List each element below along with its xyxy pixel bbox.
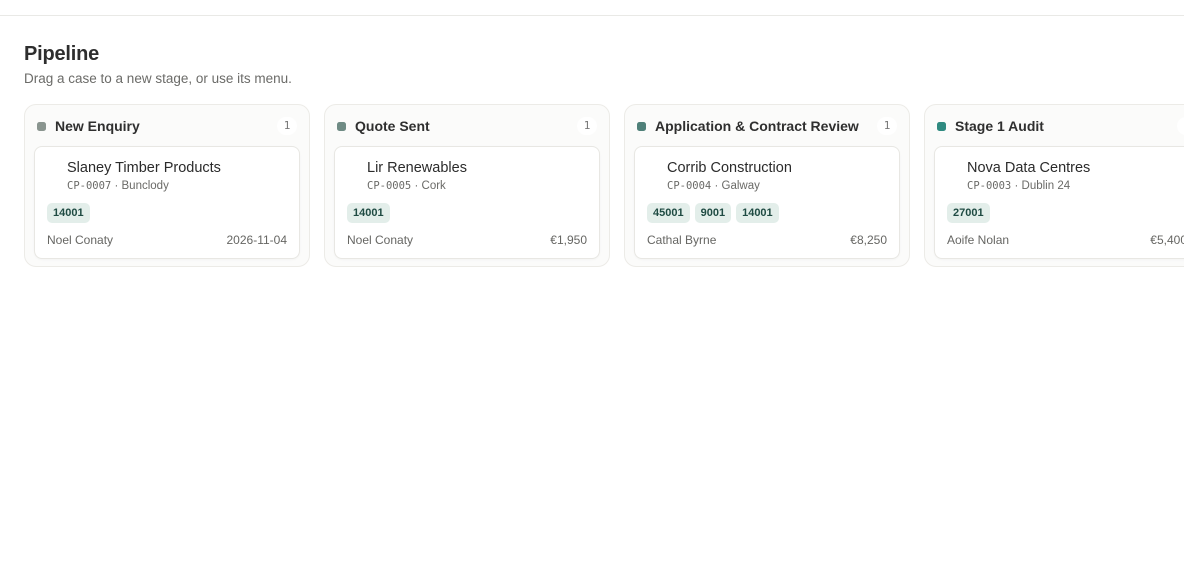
card-footer: Cathal Byrne €8,250 xyxy=(647,233,887,247)
stage-column-new-enquiry[interactable]: New Enquiry 1 Slaney Timber Products CP-… xyxy=(24,104,310,267)
meta-separator: · xyxy=(414,180,419,192)
case-location: Galway xyxy=(721,180,760,192)
page-subtitle: Drag a case to a new stage, or use its m… xyxy=(24,71,292,86)
case-meta: CP-0005 · Cork xyxy=(367,180,446,192)
case-title: Nova Data Centres xyxy=(967,160,1091,176)
column-count-badge: 1 xyxy=(877,117,897,135)
stage-dot-icon xyxy=(37,121,46,131)
case-value: €1,950 xyxy=(550,233,587,247)
column-title: Stage 1 Audit xyxy=(955,118,1044,134)
case-card[interactable]: Slaney Timber Products CP-0007 · Bunclod… xyxy=(34,146,300,259)
case-id: CP-0003 xyxy=(967,180,1012,192)
case-owner: Noel Conaty xyxy=(347,233,414,247)
case-owner: Aoife Nolan xyxy=(947,233,1010,247)
case-meta: CP-0004 · Galway xyxy=(667,180,760,192)
column-header: Quote Sent 1 xyxy=(337,116,597,136)
column-header: New Enquiry 1 xyxy=(37,116,297,136)
standard-tags: 14001 xyxy=(47,203,90,223)
column-count-badge: 1 xyxy=(577,117,597,135)
case-value: €8,250 xyxy=(850,233,887,247)
column-title: Quote Sent xyxy=(355,118,430,134)
stage-dot-icon xyxy=(937,121,946,131)
case-value: €5,400 xyxy=(1150,233,1184,247)
card-footer: Aoife Nolan €5,400 xyxy=(947,233,1184,247)
case-meta: CP-0003 · Dublin 24 xyxy=(967,180,1070,192)
page-header: Pipeline Drag a case to a new stage, or … xyxy=(24,42,292,87)
case-location: Bunclody xyxy=(121,180,169,192)
column-header: Application & Contract Review 1 xyxy=(637,116,897,136)
stage-dot-icon xyxy=(637,121,646,131)
standard-tag: 14001 xyxy=(736,203,779,223)
card-footer: Noel Conaty €1,950 xyxy=(347,233,587,247)
standard-tags: 14001 xyxy=(347,203,390,223)
stage-column-stage-1-audit[interactable]: Stage 1 Audit 1 Nova Data Centres CP-000… xyxy=(924,104,1184,267)
stage-dot-icon xyxy=(337,121,346,131)
column-header: Stage 1 Audit 1 xyxy=(937,116,1184,136)
case-title: Slaney Timber Products xyxy=(67,160,221,176)
meta-separator: · xyxy=(1014,180,1019,192)
case-owner: Noel Conaty xyxy=(47,233,114,247)
case-title: Corrib Construction xyxy=(667,160,792,176)
case-id: CP-0007 xyxy=(67,180,112,192)
standard-tag: 9001 xyxy=(694,203,732,223)
case-location: Dublin 24 xyxy=(1021,180,1071,192)
standard-tag: 14001 xyxy=(347,203,390,223)
standard-tag: 45001 xyxy=(647,203,690,223)
column-count-badge: 1 xyxy=(1177,117,1184,135)
case-due-date: 2026-11-04 xyxy=(226,233,288,247)
case-card[interactable]: Nova Data Centres CP-0003 · Dublin 24 27… xyxy=(934,146,1184,259)
meta-separator: · xyxy=(714,180,719,192)
column-title: New Enquiry xyxy=(55,118,140,134)
top-bar xyxy=(0,0,1184,16)
column-count-badge: 1 xyxy=(277,117,297,135)
page-title: Pipeline xyxy=(24,43,100,65)
stage-column-quote-sent[interactable]: Quote Sent 1 Lir Renewables CP-0005 · Co… xyxy=(324,104,610,267)
stage-column-application-contract-review[interactable]: Application & Contract Review 1 Corrib C… xyxy=(624,104,910,267)
case-card[interactable]: Corrib Construction CP-0004 · Galway 450… xyxy=(634,146,900,259)
pipeline-board: New Enquiry 1 Slaney Timber Products CP-… xyxy=(24,104,1184,274)
case-id: CP-0004 xyxy=(667,180,712,192)
meta-separator: · xyxy=(114,180,119,192)
standard-tag: 27001 xyxy=(947,203,990,223)
case-card[interactable]: Lir Renewables CP-0005 · Cork 14001 Noel… xyxy=(334,146,600,259)
case-owner: Cathal Byrne xyxy=(647,233,717,247)
case-id: CP-0005 xyxy=(367,180,412,192)
column-title: Application & Contract Review xyxy=(655,118,859,134)
standard-tags: 27001 xyxy=(947,203,990,223)
case-location: Cork xyxy=(421,180,446,192)
standard-tags: 45001 9001 14001 xyxy=(647,203,779,223)
card-footer: Noel Conaty 2026-11-04 xyxy=(47,233,287,247)
standard-tag: 14001 xyxy=(47,203,90,223)
case-meta: CP-0007 · Bunclody xyxy=(67,180,169,192)
case-title: Lir Renewables xyxy=(367,160,467,176)
